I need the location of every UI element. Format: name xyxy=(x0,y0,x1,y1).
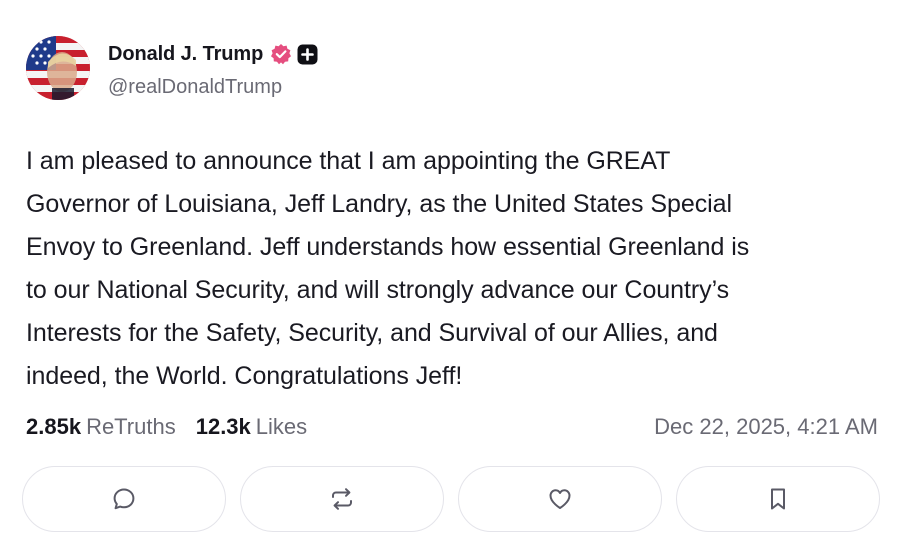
post-card: Donald J. Trump @realDonaldTrump I am pl… xyxy=(0,0,900,553)
author-name-row: Donald J. Trump xyxy=(108,40,318,68)
likes-count: 12.3k xyxy=(195,414,251,439)
retruths-count: 2.85k xyxy=(26,414,82,439)
heart-icon xyxy=(549,489,571,509)
bookmark-icon xyxy=(771,488,785,510)
retruths-stat[interactable]: 2.85k ReTruths xyxy=(26,414,176,440)
retruths-label: ReTruths xyxy=(86,414,176,439)
retruth-button[interactable] xyxy=(240,466,444,532)
author-display-name[interactable]: Donald J. Trump xyxy=(108,43,263,66)
post-text: I am pleased to announce that I am appoi… xyxy=(26,147,750,390)
plus-badge-icon xyxy=(297,44,318,65)
avatar[interactable] xyxy=(26,36,90,100)
likes-label: Likes xyxy=(255,414,308,439)
post-timestamp[interactable]: Dec 22, 2025, 4:21 AM xyxy=(654,414,878,440)
post-actions xyxy=(22,466,880,532)
likes-stat[interactable]: 12.3k Likes xyxy=(196,414,307,440)
author-handle[interactable]: @realDonaldTrump xyxy=(108,76,282,99)
avatar-image xyxy=(26,36,90,100)
retruth-icon xyxy=(332,488,352,510)
bookmark-button[interactable] xyxy=(676,466,880,532)
post-stats: 2.85k ReTruths 12.3k Likes Dec 22, 2025,… xyxy=(26,410,878,444)
reply-button[interactable] xyxy=(22,466,226,532)
verified-badge-icon xyxy=(270,43,292,65)
comment-icon xyxy=(113,488,135,510)
like-button[interactable] xyxy=(458,466,662,532)
